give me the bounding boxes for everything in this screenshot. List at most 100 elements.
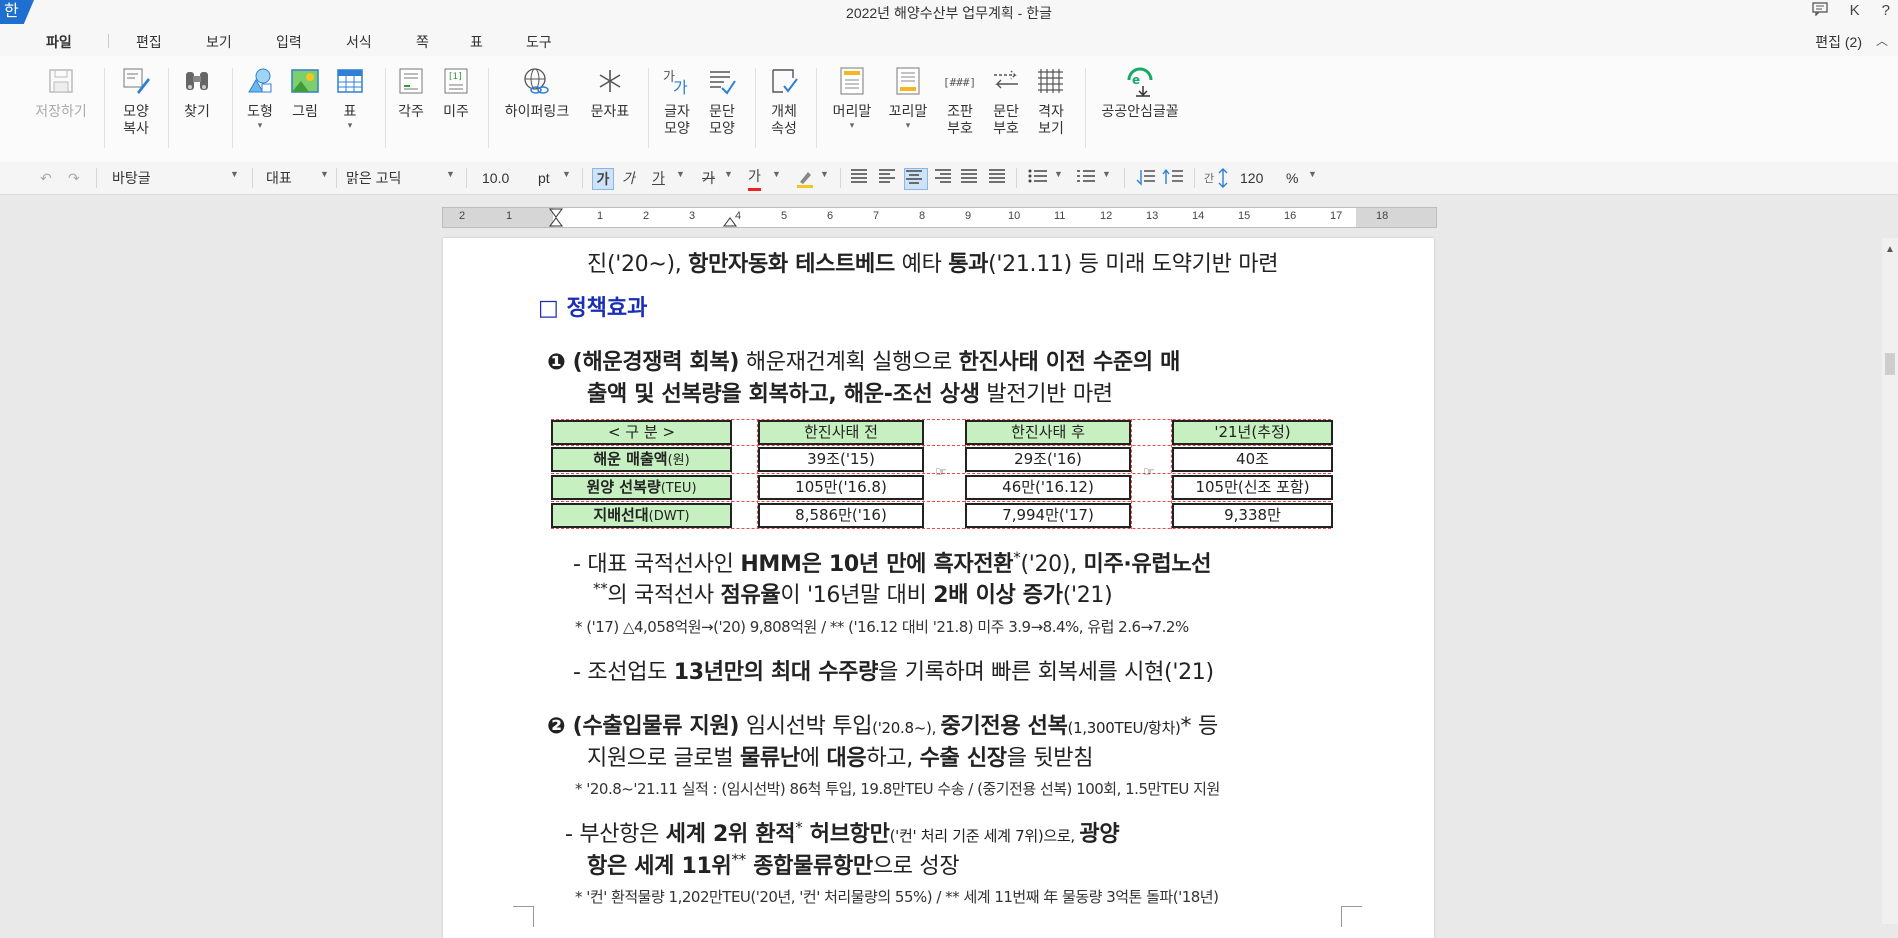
ruler-number: 3 [689,210,696,222]
indent-marker-icon[interactable] [549,208,563,227]
shapes-button[interactable]: 도형 ▾ [240,64,280,130]
para-shape-button[interactable]: 문단 모양 [702,64,742,137]
shape-copy-button[interactable]: 모양 복사 [116,64,156,137]
horizontal-ruler[interactable]: 2 1 1 2 3 4 5 6 7 8 9 10 11 12 13 14 15 … [442,207,1437,228]
para-marks-icon [989,64,1023,98]
table-button[interactable]: 표 ▾ [330,64,370,130]
table-cell: 7,994만('17) [965,503,1131,528]
globe-link-icon [520,64,554,98]
ribbon-divider [488,68,489,148]
para-marks-button[interactable]: 문단 부호 [986,64,1026,137]
redo-icon[interactable]: ↷ [68,168,80,188]
font-color-button[interactable]: 가 [748,168,761,191]
menu-tools[interactable]: 도구 [526,32,552,52]
ruler-number: 11 [1054,210,1066,222]
ruler-number: 13 [1146,210,1159,222]
collapse-ribbon-icon[interactable]: ︿ [1876,32,1888,49]
split-distribute-icon[interactable] [988,168,1006,188]
chevron-down-icon[interactable]: ▼ [724,169,733,179]
align-justify-icon[interactable] [850,168,868,188]
chevron-down-icon[interactable]: ▾ [258,120,263,130]
help-button[interactable]: ? [1882,2,1890,20]
comment-icon[interactable] [1811,2,1828,20]
chevron-down-icon[interactable]: ▼ [1054,169,1063,179]
typeset-marks-button[interactable]: [###] 조판 부호 [940,64,980,137]
chevron-down-icon[interactable]: ▼ [1308,169,1317,179]
font-select[interactable]: 맑은 고딕 [346,168,401,188]
undo-icon[interactable]: ↶ [40,168,52,188]
menu-edit[interactable]: 편집 [136,32,162,52]
footer-button[interactable]: 꼬리말 ▾ [883,64,933,130]
menu-table[interactable]: 표 [470,32,483,52]
style-select[interactable]: 바탕글 [112,168,151,188]
chevron-down-icon[interactable]: ▼ [320,169,329,179]
menu-view[interactable]: 보기 [206,32,232,52]
doc-text: - 부산항은 [565,822,666,847]
menu-insert[interactable]: 입력 [276,32,302,52]
chevron-down-icon[interactable]: ▼ [820,169,829,179]
align-left-icon[interactable] [878,168,896,188]
save-button[interactable]: 저장하기 [30,64,92,120]
distribute-icon[interactable] [960,168,978,188]
italic-button[interactable]: 가 [622,168,635,188]
public-font-button[interactable]: e 공공안심글꼴 [1093,64,1187,120]
decrease-indent-icon[interactable] [1134,168,1156,188]
font-size-unit: pt [538,170,550,186]
find-button[interactable]: 찾기 [177,64,217,120]
chevron-down-icon[interactable]: ▾ [348,120,353,130]
font-size-input[interactable]: 10.0 [482,168,509,188]
save-icon [44,64,78,98]
char-table-button[interactable]: 문자표 [586,64,634,120]
align-right-icon[interactable] [934,168,952,188]
highlight-pen-icon[interactable] [796,168,814,188]
chevron-down-icon[interactable]: ▼ [446,169,455,179]
doc-text: ('컨' 처리 기준 세계 7위)으로, [889,827,1080,845]
doc-text-bold: 출액 및 선복량을 회복하고, 해운-조선 상생 [587,382,980,407]
chevron-down-icon[interactable]: ▼ [1102,169,1111,179]
strikethrough-button[interactable]: 가 [702,168,715,188]
endnote-button[interactable]: [1] 미주 [436,64,476,120]
table-row-label: 지배선대(DWT) [551,503,732,528]
table-header-cell: 한진사태 전 [758,420,924,445]
numbered-list-icon[interactable] [1076,168,1096,188]
ribbon-divider [385,68,386,148]
edit-mode-dropdown[interactable]: 편집 (2) [1815,32,1862,52]
language-select[interactable]: 대표 [266,168,292,188]
align-center-icon[interactable] [904,168,928,190]
vertical-scrollbar[interactable]: ▲ [1882,238,1898,924]
header-button[interactable]: 머리말 ▾ [827,64,877,130]
bullet-list-icon[interactable] [1028,168,1048,188]
char-shape-button[interactable]: 가가 글자 모양 [657,64,697,137]
toolbar-divider [96,168,97,188]
chevron-down-icon[interactable]: ▼ [562,169,571,179]
scrollbar-thumb[interactable] [1885,353,1895,375]
line-spacing-icon[interactable]: 간 [1204,168,1230,188]
menu-format[interactable]: 서식 [346,32,372,52]
increase-indent-icon[interactable] [1162,168,1184,188]
menu-page[interactable]: 쪽 [416,32,429,52]
chevron-down-icon[interactable]: ▼ [676,169,685,179]
chevron-down-icon[interactable]: ▾ [906,120,911,130]
menu-file[interactable]: 파일 [46,32,72,52]
line-spacing-input[interactable]: 120 [1240,168,1263,188]
account-button[interactable]: K [1850,2,1860,20]
grid-view-button[interactable]: 격자 보기 [1031,64,1071,137]
doc-text: 의 국적선사 [607,583,721,608]
tab-marker-icon[interactable] [723,208,737,227]
chevron-down-icon[interactable]: ▼ [230,169,239,179]
underline-button[interactable]: 가 [652,168,665,188]
row-unit: (DWT) [648,509,690,524]
table-cell: 8,586만('16) [758,503,924,528]
scroll-up-icon[interactable]: ▲ [1885,244,1895,255]
doc-text-bold: 미주·유럽노선 [1083,552,1212,577]
object-properties-button[interactable]: 개체 속성 [764,64,804,137]
chevron-down-icon[interactable]: ▾ [850,120,855,130]
document-page[interactable]: 진('20~), 항만자동화 테스트베드 예타 통과('21.11) 등 미래 … [443,238,1434,938]
chevron-down-icon[interactable]: ▼ [772,169,781,179]
doc-text: 을 뒷받침 [1006,746,1094,771]
bold-button[interactable]: 가 [592,168,614,190]
ribbon-divider [816,68,817,148]
footnote-button[interactable]: 각주 [391,64,431,120]
hyperlink-button[interactable]: 하이퍼링크 [499,64,575,120]
picture-button[interactable]: 그림 [285,64,325,120]
